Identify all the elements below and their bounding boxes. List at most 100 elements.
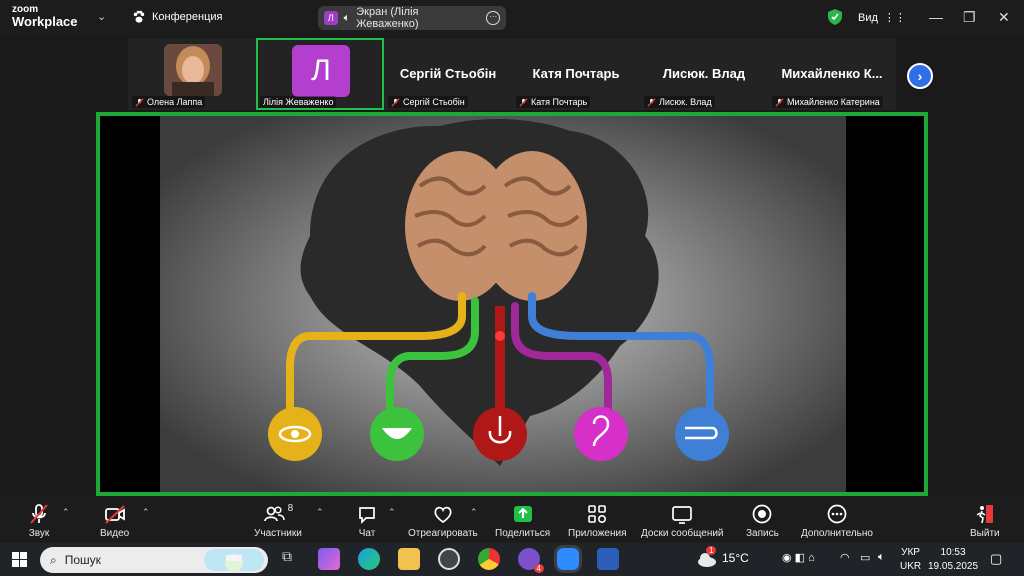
search-placeholder: Пошук (64, 553, 101, 567)
mic-muted-icon (30, 504, 48, 524)
leave-label: Выйти (970, 528, 1000, 539)
minimize-icon[interactable]: — (929, 9, 943, 25)
zoom-app-icon[interactable] (554, 545, 582, 573)
audio-label: Звук (28, 528, 50, 539)
search-highlight-image (204, 549, 264, 571)
participant-display-name: Катя Почтарь (532, 66, 620, 81)
video-button[interactable]: Видео (100, 503, 129, 539)
apps-icon (588, 505, 607, 524)
tray-app-icons[interactable]: ◉ ◧ ⌂ (782, 551, 815, 564)
participant-display-name: Сергій Стьобін (399, 66, 497, 81)
react-options-icon[interactable]: ⌃ (470, 507, 478, 518)
participant-tile[interactable]: Михайленко К... Михайленко Катерина (768, 38, 896, 110)
task-view-icon[interactable]: ⧉ (276, 548, 298, 570)
chat-label: Чат (358, 528, 376, 539)
hand-icon (675, 407, 729, 461)
mic-muted-icon (391, 97, 400, 107)
restore-icon[interactable]: ❐ (963, 9, 976, 26)
media-player-icon[interactable] (438, 548, 460, 570)
react-label: Отреагировать (408, 528, 478, 539)
more-button[interactable]: Дополнительно (801, 503, 873, 539)
shared-screen (96, 112, 928, 496)
record-button[interactable]: Запись (746, 503, 779, 539)
mic-muted-icon (135, 97, 144, 107)
share-screen-button[interactable]: Поделиться (495, 503, 550, 539)
participant-display-name: Лисюк. Влад (662, 66, 746, 81)
viber-icon[interactable]: 4 (518, 548, 544, 573)
sharer-avatar: Л (324, 11, 338, 25)
participant-name: Лисюк. Влад (644, 96, 715, 108)
battery-icon[interactable]: ▭ (860, 551, 870, 564)
meeting-info-button[interactable]: Конференция (132, 10, 222, 24)
copilot-icon[interactable] (318, 548, 340, 570)
share-label: Экран (Лілія Жеваженко) (356, 6, 419, 30)
participant-tile[interactable]: Лисюк. Влад Лисюк. Влад (640, 38, 768, 110)
participant-display-name: Михайленко К... (781, 66, 883, 81)
date: 19.05.2025 (928, 561, 979, 572)
close-icon[interactable]: ✕ (998, 9, 1010, 26)
video-options-icon[interactable]: ⌃ (142, 507, 150, 518)
participant-name: Сергій Стьобін (388, 96, 468, 108)
apps-button[interactable]: Приложения (568, 503, 627, 539)
shared-image (160, 116, 846, 492)
mic-muted-icon (519, 97, 528, 107)
camera-off-icon (104, 505, 125, 524)
audio-options-icon[interactable]: ⌃ (62, 507, 70, 518)
whiteboard-icon (672, 506, 693, 524)
next-page-button[interactable]: › (907, 63, 933, 89)
participants-button[interactable]: 8 Участники (254, 503, 302, 539)
chat-options-icon[interactable]: ⌃ (388, 507, 396, 518)
react-button[interactable]: Отреагировать (408, 503, 478, 539)
brand-line2: Workplace (12, 14, 78, 29)
record-icon (753, 504, 772, 524)
participant-name: Катя Почтарь (516, 96, 591, 108)
edge-icon[interactable] (358, 548, 380, 570)
windows-start-icon[interactable] (12, 552, 27, 567)
mouth-icon (370, 407, 424, 461)
audio-button[interactable]: Звук (28, 503, 50, 539)
viber-badge: 4 (533, 564, 544, 573)
participant-name: Лілія Жеваженко (260, 96, 337, 108)
more-icon[interactable]: ··· (486, 11, 500, 25)
participant-tile[interactable]: Катя Почтарь Катя Почтарь (512, 38, 640, 110)
weather-icon[interactable]: 1 (696, 546, 718, 570)
participant-tile[interactable]: Олена Лаппа (128, 38, 256, 110)
screen-share-indicator[interactable]: Л 🔈︎ Экран (Лілія Жеваженко) ··· (318, 6, 506, 30)
record-label: Запись (746, 528, 779, 539)
zoom-window: zoom Workplace ⌄ Конференция Л 🔈︎ Экран … (0, 0, 1024, 576)
apps-label: Приложения (568, 528, 627, 539)
notifications-icon[interactable]: ▢ (990, 551, 1002, 567)
participant-name: Михайленко Катерина (772, 96, 883, 108)
word-icon[interactable] (597, 548, 619, 570)
time: 10:53 (940, 547, 966, 558)
chevron-down-icon[interactable]: ⌄ (97, 10, 106, 23)
language-indicator[interactable]: УКР UKR (900, 546, 921, 574)
grid-icon: ⋮⋮ (883, 12, 906, 24)
participant-tile[interactable]: Сергій Стьобін Сергій Стьобін (384, 38, 512, 110)
leave-icon (976, 505, 993, 524)
participants-count: 8 (287, 503, 294, 514)
leave-button[interactable]: Выйти (970, 503, 1000, 539)
volume-icon[interactable]: 🔈︎ (878, 551, 885, 564)
wifi-icon[interactable]: ◠ (840, 551, 850, 564)
participant-tile-active[interactable]: Л Лілія Жеваженко (256, 38, 384, 110)
participant-strip: Олена Лаппа Л Лілія Жеваженко Сергій Сть… (128, 38, 896, 110)
meeting-toolbar: Звук ⌃ Видео ⌃ 8 Участники ⌃ Чат ⌃ Отреа… (0, 497, 1024, 543)
share-screen-icon (513, 506, 532, 522)
people-icon (263, 506, 285, 522)
zoom-logo[interactable]: zoom Workplace (12, 5, 78, 29)
view-label: Вид (858, 11, 878, 24)
meeting-label: Конференция (152, 11, 223, 23)
taskbar-search[interactable]: ⌕ Пошук (40, 547, 268, 573)
chrome-icon[interactable] (478, 548, 500, 570)
chat-button[interactable]: Чат (356, 503, 378, 539)
nose-icon (473, 407, 527, 461)
file-explorer-icon[interactable] (398, 548, 420, 570)
temperature: 15°C (722, 551, 749, 565)
clock[interactable]: 10:53 19.05.2025 (928, 546, 978, 574)
participants-options-icon[interactable]: ⌃ (316, 507, 324, 518)
whiteboards-button[interactable]: Доски сообщений (641, 503, 724, 539)
shield-check-icon[interactable] (828, 9, 842, 25)
view-button[interactable]: Вид ⋮⋮ (858, 11, 906, 25)
search-icon: ⌕ (50, 552, 57, 567)
